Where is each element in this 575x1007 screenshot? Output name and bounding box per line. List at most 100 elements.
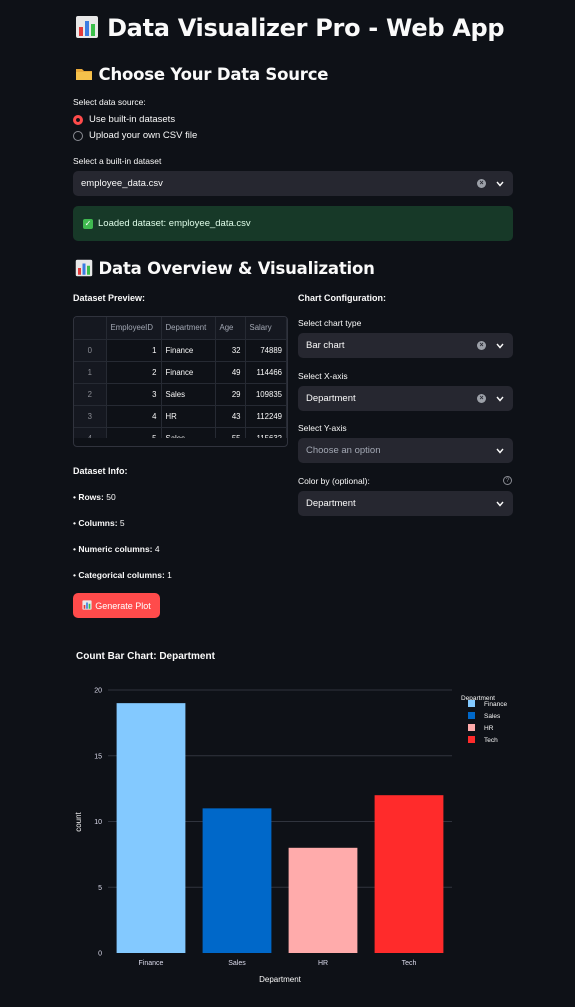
info-rows: • Rows: 50	[73, 492, 116, 502]
chevron-down-icon[interactable]	[495, 499, 505, 509]
y-tick-label: 0	[98, 951, 102, 958]
folder-icon	[75, 65, 93, 84]
dataset-select-label: Select a built-in dataset	[73, 156, 162, 166]
overview-section-title: Data Overview & Visualization	[75, 259, 375, 278]
y-tick-label: 5	[98, 885, 102, 892]
table-cell: 4	[74, 427, 107, 438]
table-header-row: EmployeeID Department Age Salary	[74, 317, 287, 340]
bar-chart-icon	[82, 600, 92, 611]
table-row: 2 3 Sales 29 109835	[74, 383, 287, 406]
x-tick-label: HR	[318, 960, 328, 967]
chart-type-select[interactable]: Bar chart ×	[298, 333, 513, 358]
table-cell: Finance	[161, 361, 216, 384]
radio-unselected-icon[interactable]	[73, 130, 83, 141]
dataset-preview-table[interactable]: EmployeeID Department Age Salary 0 1 Fin…	[73, 316, 288, 447]
chevron-down-icon[interactable]	[495, 179, 505, 189]
table-header-cell[interactable]: EmployeeID	[106, 317, 162, 340]
help-icon[interactable]: ?	[503, 476, 512, 485]
table-cell: 1	[74, 361, 107, 384]
bar-sales[interactable]	[202, 808, 272, 953]
legend-item-label[interactable]: Tech	[484, 737, 498, 744]
table-cell: 112249	[245, 405, 287, 428]
x-axis-title: Department	[259, 975, 302, 984]
table-header-cell[interactable]: Age	[215, 317, 246, 340]
legend-item-label[interactable]: Finance	[484, 701, 508, 708]
legend-swatch[interactable]	[468, 724, 475, 731]
chevron-down-icon[interactable]	[495, 341, 505, 351]
y-axis-label: Select Y-axis	[298, 423, 347, 433]
legend-swatch[interactable]	[468, 736, 475, 743]
clear-icon[interactable]: ×	[477, 179, 486, 188]
radio-selected-icon[interactable]	[73, 114, 83, 125]
generate-plot-button[interactable]: Generate Plot	[73, 593, 160, 618]
x-axis-select[interactable]: Department ×	[298, 386, 513, 411]
x-tick-label: Tech	[402, 960, 417, 967]
bar-chart-svg[interactable]: Count Bar Chart: Department 0 5 10 15 20 Fin…	[0, 640, 575, 1000]
table-row: 4 5 Sales 55 115632	[74, 427, 287, 438]
radio-upload[interactable]: Upload your own CSV file	[73, 130, 197, 141]
x-axis-label: Select X-axis	[298, 371, 348, 381]
bar-chart-icon	[75, 14, 99, 42]
clear-icon[interactable]: ×	[477, 341, 486, 350]
x-tick-label: Sales	[228, 960, 246, 967]
table-cell: 4	[106, 405, 162, 428]
bar-chart[interactable]: Count Bar Chart: Department 0 5 10 15 20 Fin…	[0, 640, 575, 1000]
table-cell: 3	[74, 405, 107, 428]
info-columns: • Columns: 5	[73, 518, 125, 528]
table-row: 1 2 Finance 49 114466	[74, 361, 287, 384]
table-header-cell[interactable]: Department	[161, 317, 216, 340]
table-row: 3 4 HR 43 112249	[74, 405, 287, 428]
table-cell: 29	[215, 383, 246, 406]
y-tick-label: 15	[94, 753, 102, 760]
table-cell: 5	[106, 427, 162, 438]
table-cell: 3	[106, 383, 162, 406]
page-title: Data Visualizer Pro - Web App	[75, 14, 505, 42]
check-icon: ✓	[83, 218, 93, 229]
table-cell: HR	[161, 405, 216, 428]
legend-item-label[interactable]: HR	[484, 725, 494, 732]
table-cell: Finance	[161, 339, 216, 362]
data-source-label: Select data source:	[73, 97, 146, 107]
table-header-cell[interactable]: Salary	[245, 317, 287, 340]
info-categorical-columns: • Categorical columns: 1	[73, 570, 172, 580]
legend-swatch[interactable]	[468, 700, 475, 707]
table-cell: 109835	[245, 383, 287, 406]
color-by-select[interactable]: Department	[298, 491, 513, 516]
color-by-label: Color by (optional):	[298, 476, 370, 486]
bar-tech[interactable]	[374, 795, 444, 953]
table-cell: Sales	[161, 383, 216, 406]
table-cell: 2	[74, 383, 107, 406]
clear-icon[interactable]: ×	[477, 394, 486, 403]
bar-chart-icon	[75, 259, 93, 278]
y-tick-label: 10	[94, 819, 102, 826]
table-cell: 2	[106, 361, 162, 384]
radio-builtin[interactable]: Use built-in datasets	[73, 114, 175, 125]
bar-finance[interactable]	[116, 703, 186, 953]
table-cell: 0	[74, 339, 107, 362]
info-numeric-columns: • Numeric columns: 4	[73, 544, 160, 554]
legend-item-label[interactable]: Sales	[484, 713, 501, 720]
table-cell: 55	[215, 427, 246, 438]
bar-hr[interactable]	[288, 847, 358, 953]
chart-type-label: Select chart type	[298, 318, 362, 328]
dataset-preview-label: Dataset Preview:	[73, 293, 146, 303]
table-cell: 114466	[245, 361, 287, 384]
chevron-down-icon[interactable]	[495, 446, 505, 456]
chevron-down-icon[interactable]	[495, 394, 505, 404]
chart-title: Count Bar Chart: Department	[76, 651, 216, 662]
table-row: 0 1 Finance 32 74889	[74, 339, 287, 362]
legend-swatch[interactable]	[468, 712, 475, 719]
table-cell: 43	[215, 405, 246, 428]
table-cell: 32	[215, 339, 246, 362]
dataset-info-label: Dataset Info:	[73, 466, 128, 476]
table-cell: 1	[106, 339, 162, 362]
dataset-select[interactable]: employee_data.csv ×	[73, 171, 513, 196]
x-tick-label: Finance	[139, 960, 164, 967]
table-cell: 74889	[245, 339, 287, 362]
y-axis-select[interactable]: Choose an option	[298, 438, 513, 463]
table-header-cell[interactable]	[74, 317, 107, 340]
table-cell: 49	[215, 361, 246, 384]
y-axis-title: count	[74, 811, 83, 831]
success-alert: ✓ Loaded dataset: employee_data.csv	[73, 206, 513, 241]
table-cell: Sales	[161, 427, 216, 438]
